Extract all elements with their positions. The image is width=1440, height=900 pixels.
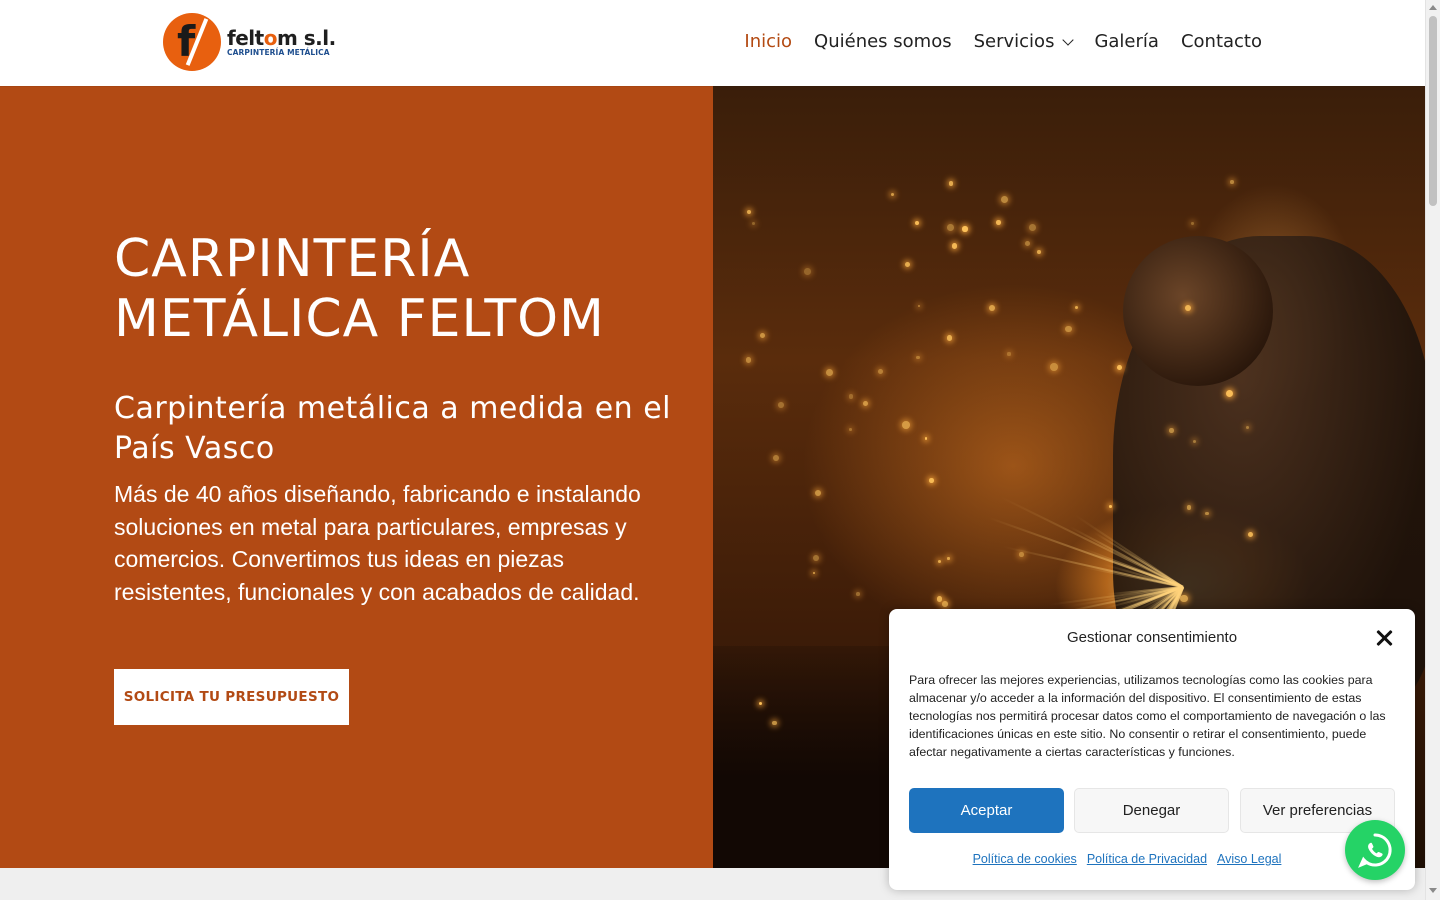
spark-dot xyxy=(917,304,921,308)
spark-dot xyxy=(1000,195,1009,204)
scrollbar-thumb[interactable] xyxy=(1429,16,1437,206)
spark-dot xyxy=(952,243,958,249)
main-nav: Inicio Quiénes somos Servicios Galería C… xyxy=(744,31,1262,52)
scroll-up-arrow-icon[interactable] xyxy=(1429,5,1437,10)
cookie-policy-link[interactable]: Política de cookies xyxy=(973,852,1077,866)
nav-item-label: Inicio xyxy=(744,31,793,52)
spark-dot xyxy=(901,421,910,430)
spark-dot xyxy=(813,571,816,575)
cookie-dialog-title: Gestionar consentimiento xyxy=(1066,629,1238,646)
spark-dot xyxy=(1065,326,1072,333)
whatsapp-icon xyxy=(1358,833,1392,868)
spark-dot xyxy=(1191,222,1194,225)
spark-dot xyxy=(863,401,869,407)
spark-dot xyxy=(760,332,766,338)
spark-dot xyxy=(777,401,784,408)
site-header: f feltom s.l. CARPINTERÍA METÁLICA Inici… xyxy=(0,0,1425,86)
logo-name-suffix: m s.l. xyxy=(276,26,336,50)
spark-dot xyxy=(878,369,884,375)
spark-dot xyxy=(924,437,928,440)
spark-dot xyxy=(941,600,948,607)
spark-dot xyxy=(1180,594,1188,603)
spark-dot xyxy=(948,180,954,186)
page-scrollbar[interactable] xyxy=(1425,0,1440,900)
spark-dot xyxy=(1117,365,1122,370)
logo-name-prefix: felt xyxy=(227,26,264,50)
whatsapp-button[interactable] xyxy=(1345,820,1405,880)
close-icon[interactable] xyxy=(1373,627,1395,649)
cookie-links: Política de cookies Política de Privacid… xyxy=(889,852,1415,866)
spark-dot xyxy=(1049,362,1058,371)
logo[interactable]: f feltom s.l. CARPINTERÍA METÁLICA xyxy=(163,13,336,73)
spark-dot xyxy=(759,701,763,705)
spark-dot xyxy=(946,335,953,341)
hero-description: Más de 40 años diseñando, fabricando e i… xyxy=(114,481,641,605)
logo-name-o: o xyxy=(263,26,278,50)
spark-dot xyxy=(996,219,1001,225)
spark-dot xyxy=(1037,249,1042,254)
spark-dot xyxy=(1109,505,1113,509)
spark-dot xyxy=(988,304,996,312)
spark-dot xyxy=(929,478,934,483)
nav-item-quienes-somos[interactable]: Quiénes somos xyxy=(814,31,952,52)
cookie-dialog-text: Para ofrecer las mejores experiencias, u… xyxy=(909,673,1386,759)
nav-item-label: Contacto xyxy=(1180,31,1262,52)
spark-dot xyxy=(962,226,968,232)
spark-dot xyxy=(772,455,779,462)
spark-dot xyxy=(1204,511,1209,516)
spark-dot xyxy=(947,224,955,232)
spark-dot xyxy=(825,368,833,376)
spark-dot xyxy=(1074,306,1079,310)
nav-item-label: Servicios xyxy=(973,31,1055,52)
spark-dot xyxy=(856,592,860,596)
spark-dot xyxy=(1247,531,1254,537)
nav-item-label: Galería xyxy=(1094,31,1159,52)
spark-dot xyxy=(813,555,820,561)
spark-dot xyxy=(947,557,950,560)
spark-dot xyxy=(904,262,911,268)
chevron-down-icon xyxy=(1062,33,1075,46)
nav-item-servicios[interactable]: Servicios xyxy=(973,31,1075,52)
spark-dot xyxy=(849,394,854,399)
spark-dot xyxy=(849,428,853,432)
spark-dot xyxy=(752,221,756,225)
quote-request-button[interactable]: SOLICITA TU PRESUPUESTO xyxy=(114,669,349,725)
spark-dot xyxy=(1028,223,1036,231)
spark-dot xyxy=(891,192,895,196)
spark-dot xyxy=(1230,179,1234,184)
spark-dot xyxy=(1168,428,1174,434)
spark-dot xyxy=(804,268,811,275)
spark-dot xyxy=(1007,352,1011,356)
spark-dot xyxy=(916,355,921,360)
privacy-policy-link[interactable]: Política de Privacidad xyxy=(1087,852,1207,866)
spark-dot xyxy=(747,209,752,214)
spark-dot xyxy=(915,220,920,225)
hero-title: CARPINTERÍA METÁLICA FELTOM xyxy=(114,229,605,349)
nav-item-inicio[interactable]: Inicio xyxy=(744,31,792,52)
spark-dot xyxy=(1019,552,1024,557)
spark-dot xyxy=(937,560,941,564)
spark-dot xyxy=(1186,504,1192,510)
logo-name: feltom s.l. xyxy=(227,27,336,49)
logo-mark: f xyxy=(163,13,221,71)
welder-head xyxy=(1123,236,1273,386)
spark-dot xyxy=(1245,425,1249,429)
nav-item-label: Quiénes somos xyxy=(814,31,952,52)
hero-section: CARPINTERÍA METÁLICA FELTOM Carpintería … xyxy=(0,86,713,868)
legal-notice-link[interactable]: Aviso Legal xyxy=(1217,852,1281,866)
nav-item-contacto[interactable]: Contacto xyxy=(1181,31,1262,52)
cookie-consent-dialog: Gestionar consentimiento Para ofrecer la… xyxy=(889,609,1415,890)
spark-dot xyxy=(1185,304,1192,311)
spark-dot xyxy=(745,357,751,363)
nav-item-galeria[interactable]: Galería xyxy=(1094,31,1159,52)
hero-subtitle: Carpintería metálica a medida en el País… xyxy=(114,391,672,466)
logo-tagline: CARPINTERÍA METÁLICA xyxy=(227,48,330,57)
deny-button[interactable]: Denegar xyxy=(1074,788,1229,833)
accept-button[interactable]: Aceptar xyxy=(909,788,1064,833)
spark-dot xyxy=(815,489,822,496)
spark-dot xyxy=(1024,240,1030,246)
scroll-down-arrow-icon[interactable] xyxy=(1429,888,1437,893)
